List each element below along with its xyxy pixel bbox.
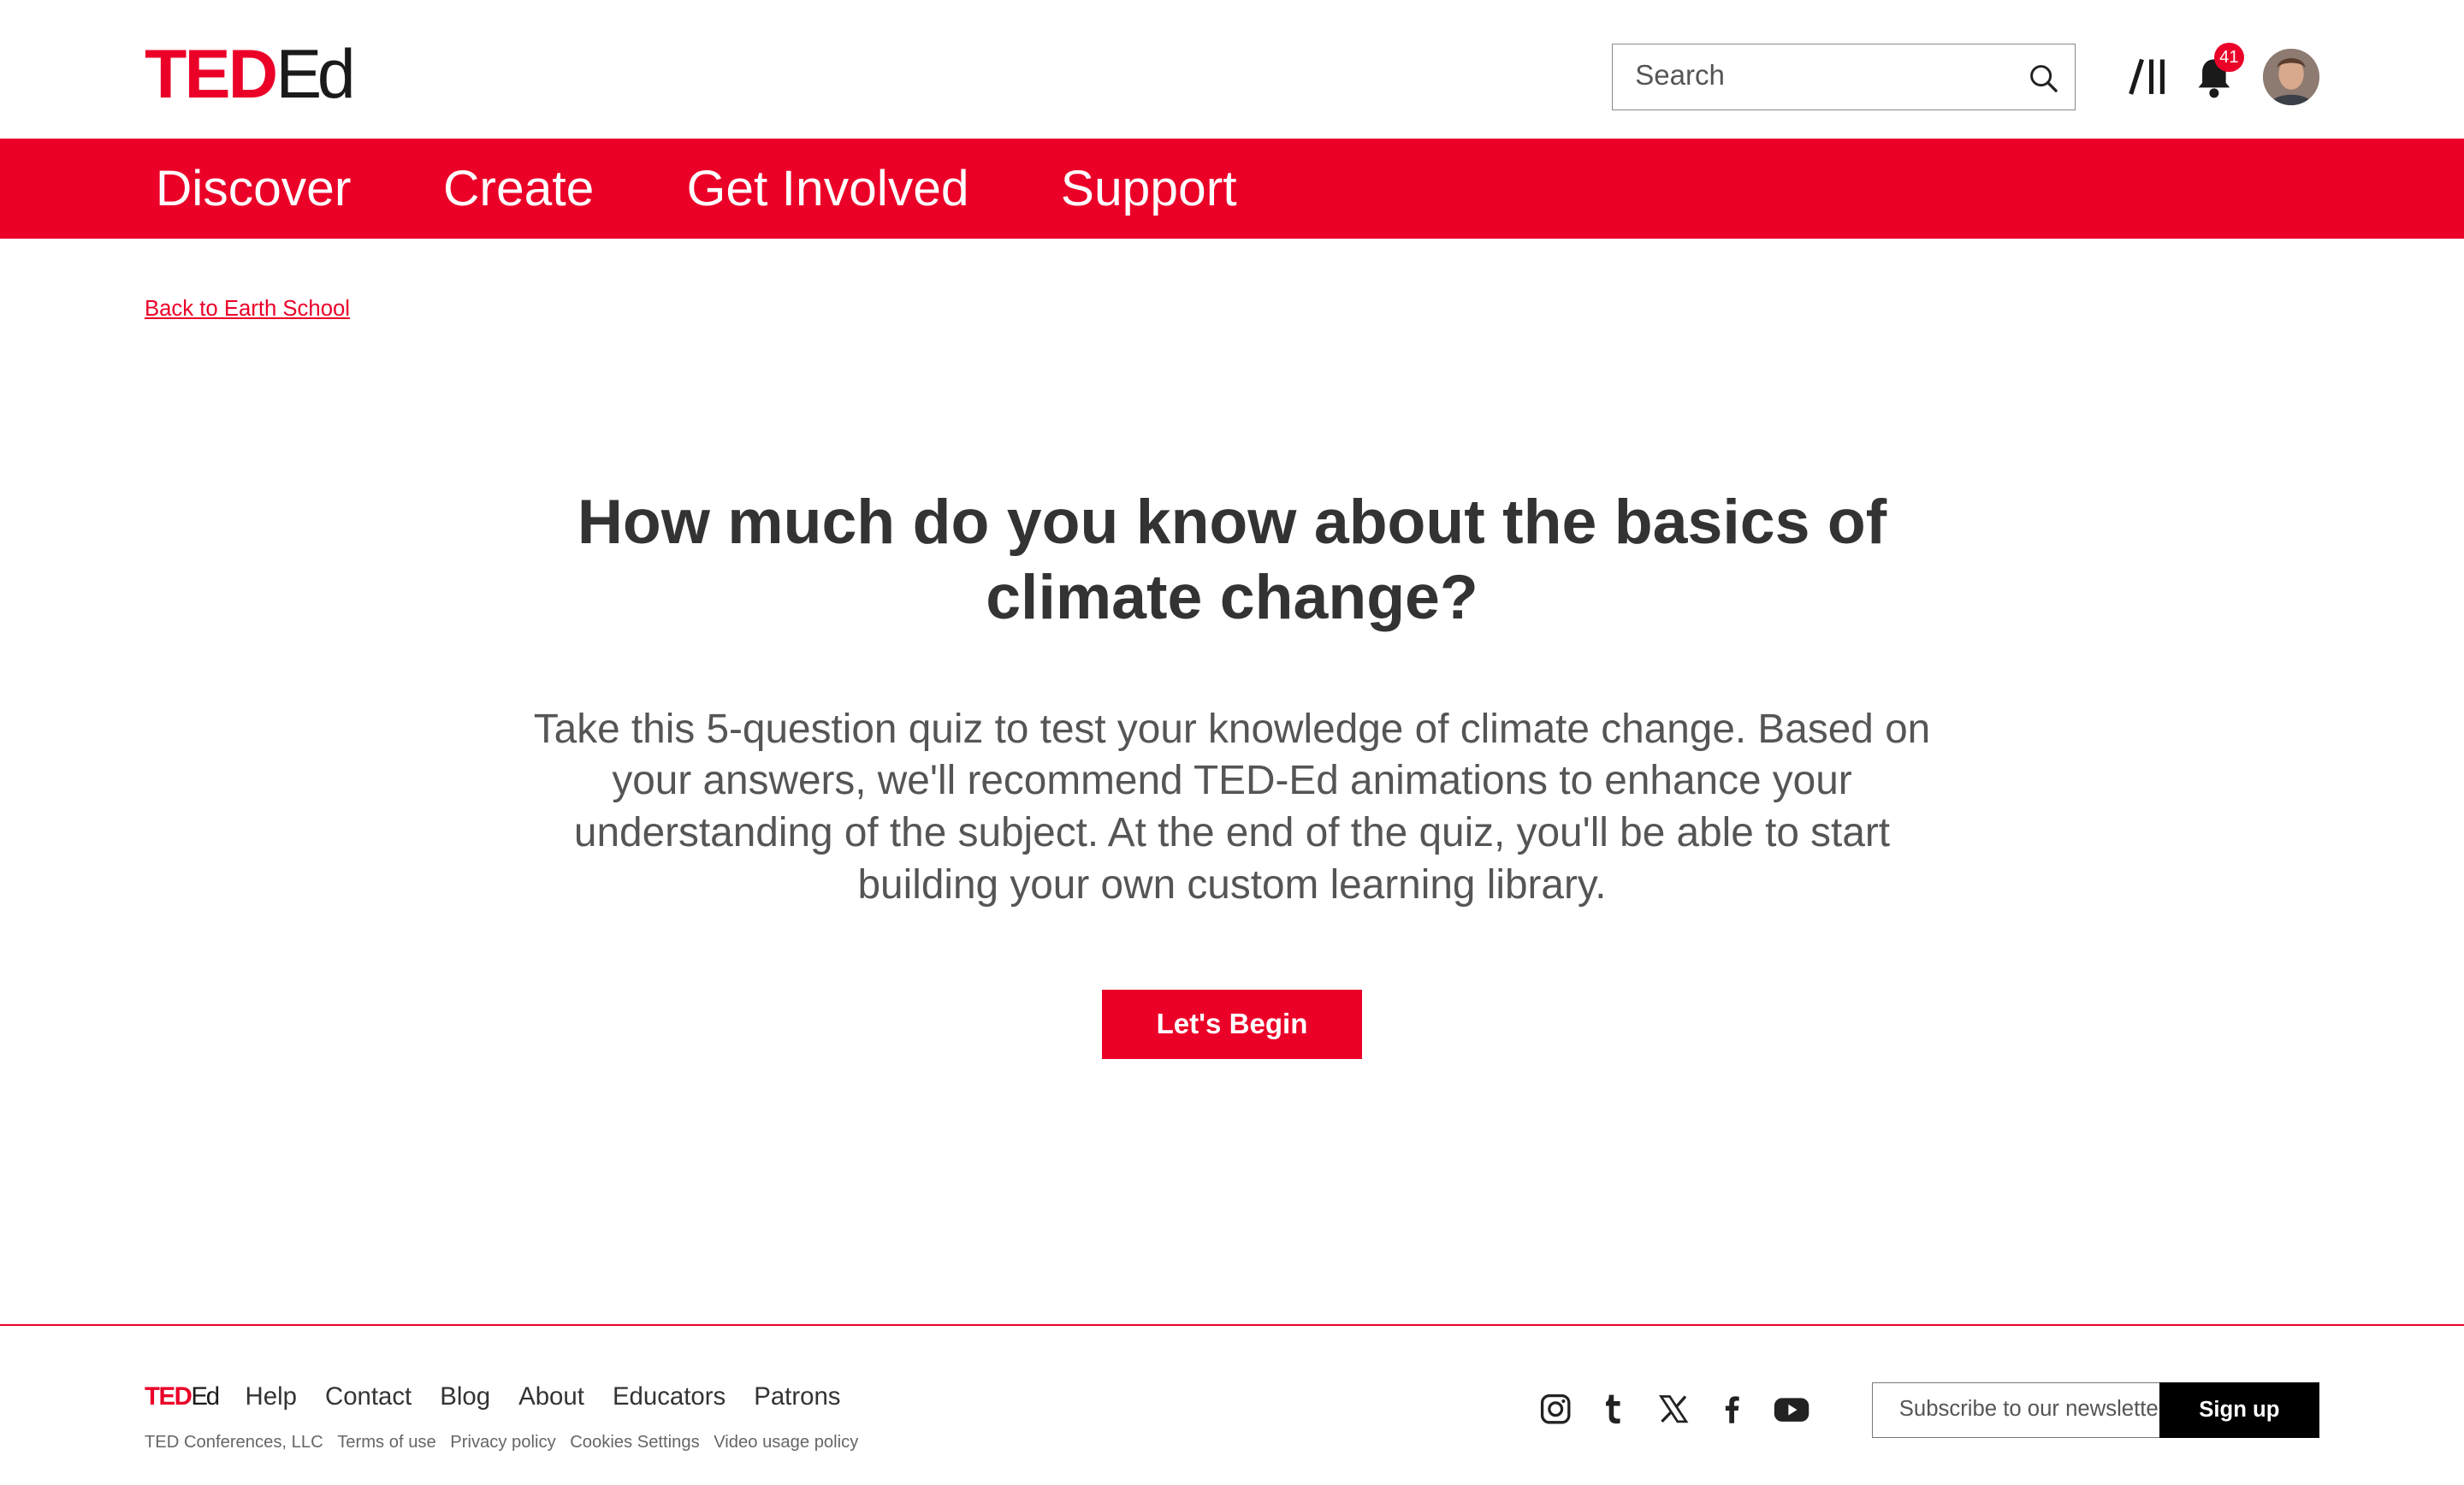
- lets-begin-button[interactable]: Let's Begin: [1101, 990, 1363, 1059]
- page: TEDEd 41 Dis: [0, 0, 2464, 1485]
- search-input[interactable]: [1613, 44, 1991, 108]
- footer-link-about[interactable]: About: [518, 1382, 584, 1411]
- footer-link-patrons[interactable]: Patrons: [754, 1382, 840, 1411]
- logo-ted-text: TED: [144, 36, 278, 114]
- nav-create[interactable]: Create: [443, 139, 594, 240]
- back-to-earth-school-link[interactable]: Back to Earth School: [145, 297, 350, 322]
- footer-link-contact[interactable]: Contact: [325, 1382, 412, 1411]
- newsletter-field: [1871, 1382, 2161, 1438]
- legal-ted-conferences: TED Conferences, LLC: [144, 1433, 323, 1452]
- facebook-icon[interactable]: [1715, 1392, 1749, 1426]
- notification-badge: 41: [2213, 42, 2244, 73]
- legal-cookies-settings[interactable]: Cookies Settings: [570, 1433, 700, 1452]
- x-icon[interactable]: [1656, 1392, 1691, 1426]
- tumblr-icon[interactable]: [1596, 1392, 1631, 1426]
- footer-logo-ed: Ed: [191, 1382, 220, 1411]
- search-box: [1612, 44, 2076, 110]
- newsletter-input[interactable]: [1872, 1383, 2161, 1435]
- ted-ed-logo[interactable]: TED Ed: [144, 36, 356, 114]
- instagram-icon[interactable]: [1538, 1392, 1573, 1426]
- nav-support[interactable]: Support: [1061, 139, 1237, 240]
- top-header: TEDEd 41: [0, 0, 2464, 139]
- footer-logo[interactable]: TED Ed: [144, 1382, 220, 1411]
- legal-terms-of-use[interactable]: Terms of use: [337, 1433, 436, 1452]
- legal-privacy-policy[interactable]: Privacy policy: [450, 1433, 555, 1452]
- main-nav: Discover Create Get Involved Support: [0, 138, 2464, 240]
- avatar[interactable]: [2262, 48, 2319, 106]
- footer-link-educators[interactable]: Educators: [613, 1382, 726, 1411]
- footer-logo-ted: TED: [144, 1382, 192, 1411]
- avatar-image: [2262, 48, 2319, 106]
- footer-link-help[interactable]: Help: [246, 1382, 297, 1411]
- library-icon[interactable]: [2128, 55, 2169, 98]
- footer-link-blog[interactable]: Blog: [440, 1382, 490, 1411]
- nav-get-involved[interactable]: Get Involved: [687, 139, 969, 240]
- footer-divider: [0, 1324, 2464, 1327]
- legal-video-usage-policy[interactable]: Video usage policy: [714, 1433, 858, 1452]
- search-icon[interactable]: [2028, 62, 2059, 94]
- footer-legal: TED Conferences, LLC Terms of use Privac…: [145, 1433, 873, 1452]
- quiz-description: Take this 5-question quiz to test your k…: [533, 706, 1931, 908]
- footer-links: Help Contact Blog About Educators Patron…: [246, 1382, 869, 1411]
- quiz-title: How much do you know about the basics of…: [577, 485, 1887, 632]
- signup-button[interactable]: Sign up: [2159, 1382, 2320, 1438]
- nav-discover[interactable]: Discover: [156, 139, 352, 240]
- youtube-icon[interactable]: [1773, 1392, 1810, 1426]
- logo-ed-text: Ed: [275, 36, 355, 114]
